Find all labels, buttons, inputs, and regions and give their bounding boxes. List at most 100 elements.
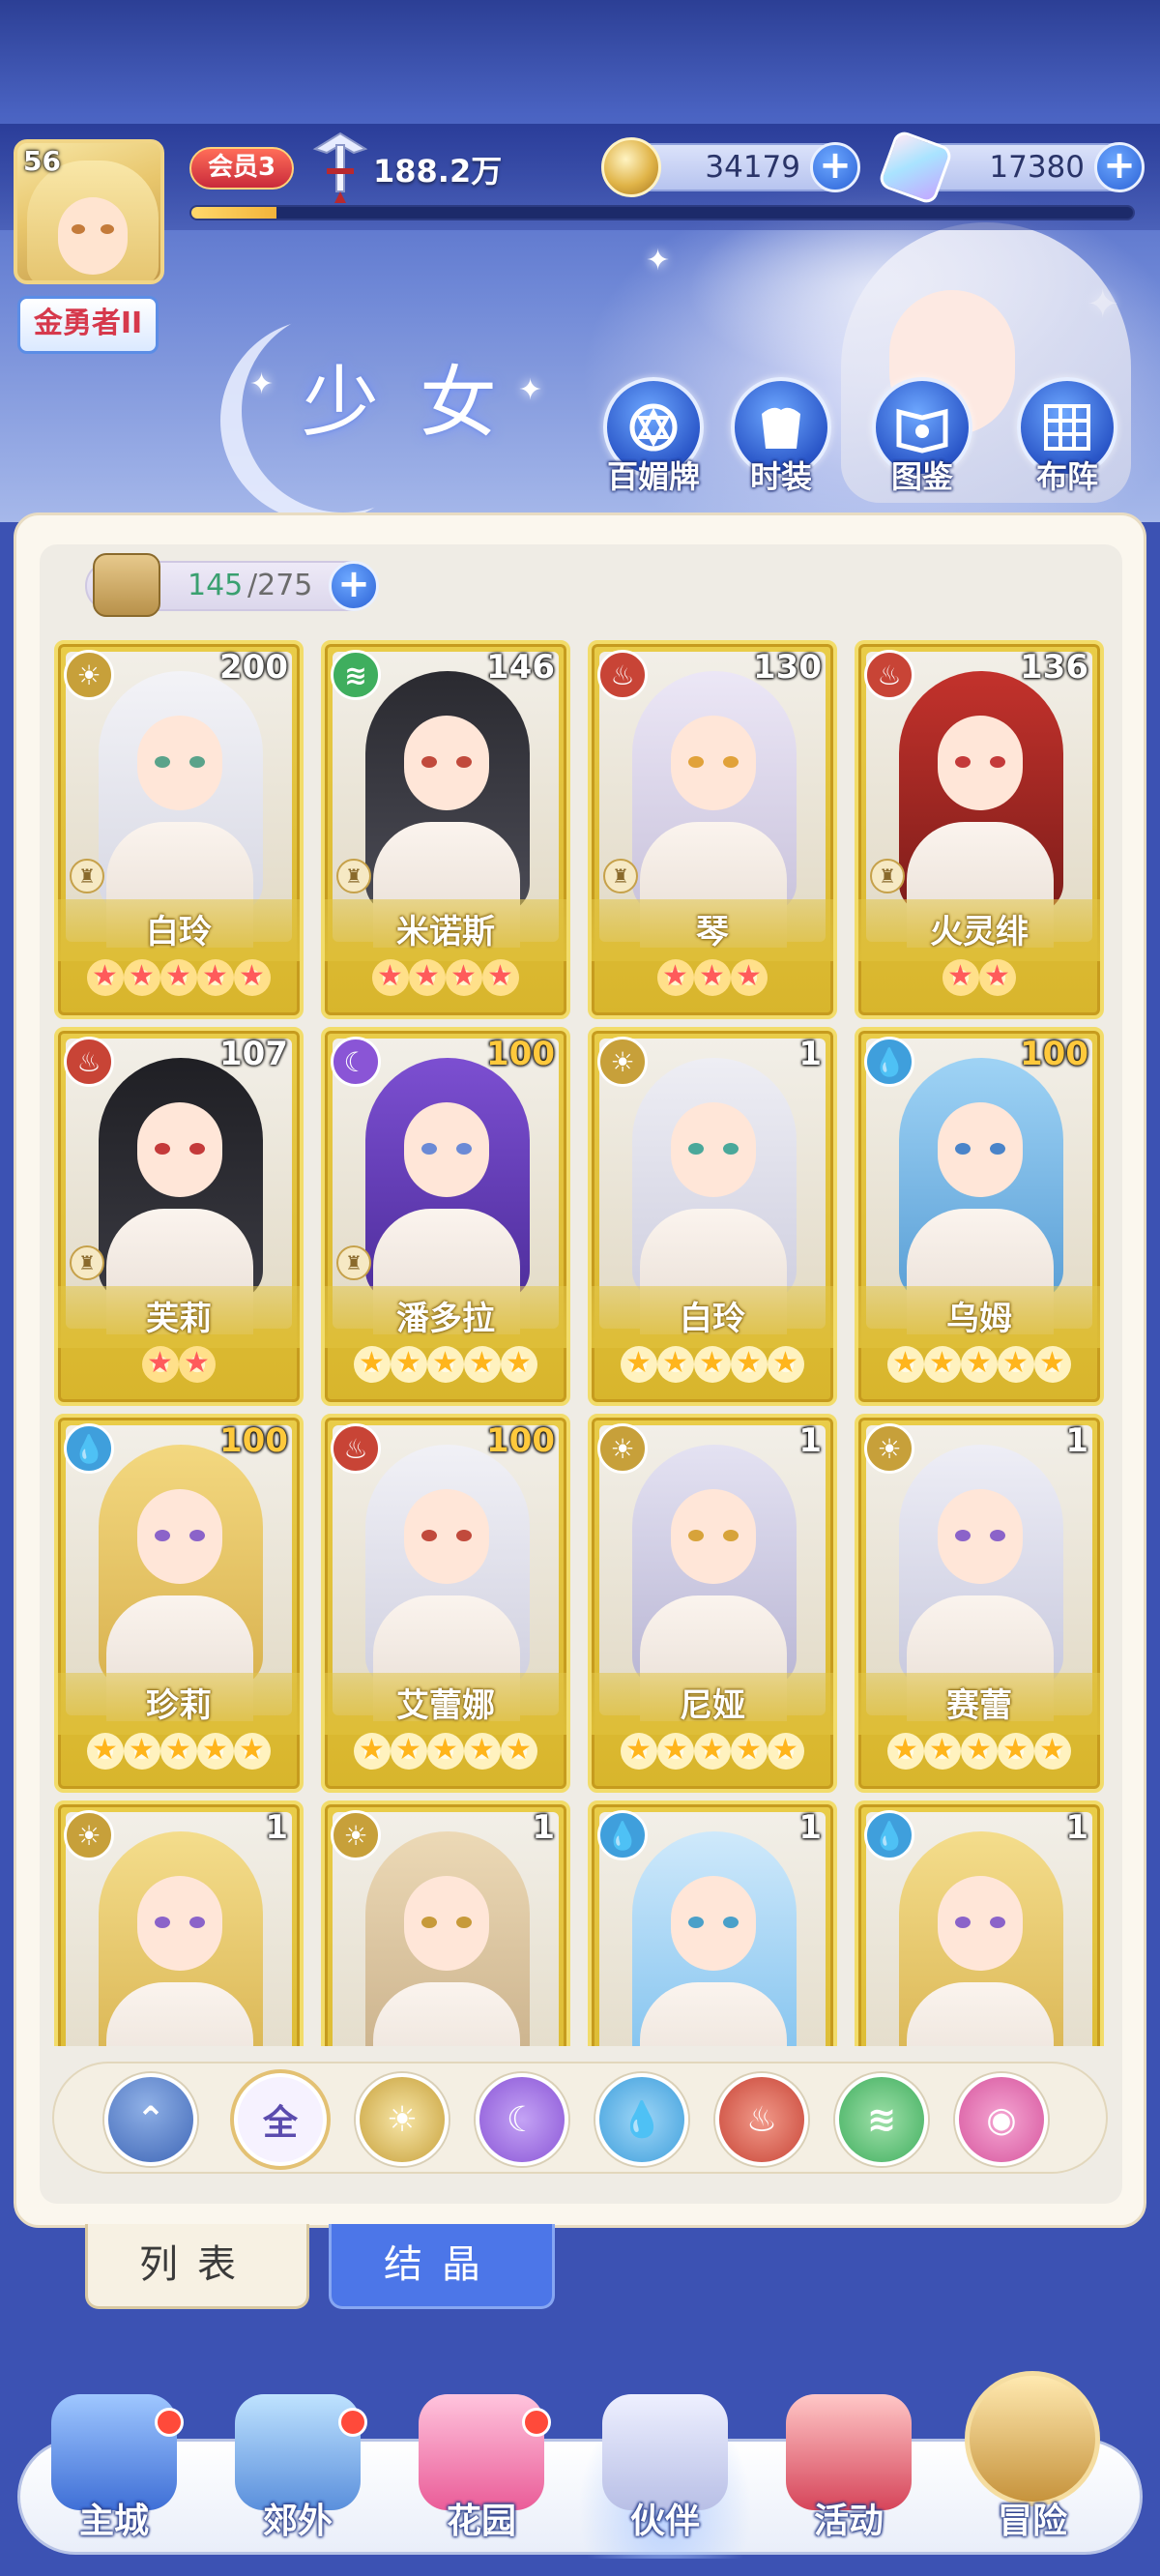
star-icon: ★ bbox=[501, 1733, 537, 1770]
light-element-icon: ☀ bbox=[64, 650, 114, 700]
filter-special-button[interactable]: ◉ bbox=[955, 2073, 1048, 2166]
partner-level: 100 bbox=[486, 1421, 555, 1460]
formation-label: 布阵 bbox=[1035, 458, 1098, 495]
rank-title-badge[interactable]: 金勇者II bbox=[17, 296, 159, 354]
partner-level: 1 bbox=[1065, 1421, 1088, 1460]
player-level: 56 bbox=[23, 145, 61, 177]
partner-card[interactable]: ♨ 100 艾蕾娜 ★ ★ ★ ★ ★ bbox=[321, 1414, 570, 1793]
light-element-icon: ☀ bbox=[597, 1423, 648, 1474]
partner-level: 130 bbox=[753, 648, 822, 687]
tab-crystal[interactable]: 结晶 bbox=[329, 2224, 555, 2309]
star-icon: ★ bbox=[234, 959, 271, 996]
gold-amount: 34179 bbox=[705, 150, 800, 185]
formation-button[interactable]: 布阵 bbox=[1009, 377, 1125, 497]
add-gold-button[interactable]: + bbox=[810, 142, 860, 192]
nav-castle[interactable]: 主城 bbox=[27, 2394, 201, 2559]
sun-element-icon: ☀ bbox=[386, 2099, 419, 2140]
expand-capacity-button[interactable]: + bbox=[329, 561, 379, 611]
fire-element-icon: ♨ bbox=[331, 1423, 381, 1474]
card-deck-button[interactable]: 百媚牌 bbox=[595, 377, 711, 497]
partner-card[interactable]: ☀ 1 白玲 ★ ★ ★ ★ ★ bbox=[588, 1027, 837, 1406]
partner-name: 芙莉 bbox=[146, 1300, 212, 1338]
filter-light-button[interactable]: ☀ bbox=[356, 2073, 449, 2166]
partner-name: 艾蕾娜 bbox=[396, 1686, 495, 1725]
star-icon: ★ bbox=[354, 1346, 391, 1383]
partner-card[interactable]: ♨ 130 ♜ 琴 ★ ★ ★ bbox=[588, 640, 837, 1019]
partner-name: 珍莉 bbox=[146, 1686, 212, 1725]
vip-badge[interactable]: 会员3 bbox=[189, 147, 294, 190]
add-diamond-button[interactable]: + bbox=[1094, 142, 1145, 192]
filter-water-button[interactable]: 💧 bbox=[595, 2073, 688, 2166]
star-icon: ★ bbox=[621, 1346, 657, 1383]
player-avatar[interactable]: 56 bbox=[14, 139, 164, 284]
partner-card[interactable]: ≋ 146 ♜ 米诺斯 ★ ★ ★ ★ bbox=[321, 640, 570, 1019]
star-rating: ★ ★ ★ bbox=[592, 959, 833, 996]
star-icon: ★ bbox=[998, 1733, 1034, 1770]
filter-fire-button[interactable]: ♨ bbox=[715, 2073, 808, 2166]
star-icon: ★ bbox=[391, 1733, 427, 1770]
nav-partner-portrait[interactable]: 伙伴 bbox=[578, 2394, 752, 2559]
star-icon: ★ bbox=[464, 1733, 501, 1770]
partner-card[interactable]: ☀ 1 赛蕾 ★ ★ ★ ★ ★ bbox=[855, 1414, 1104, 1793]
partner-card[interactable]: ☀ 1 bbox=[54, 1800, 304, 2046]
class-rook-icon: ♜ bbox=[70, 859, 104, 893]
exp-progress-fill bbox=[191, 207, 276, 219]
partner-level: 100 bbox=[1020, 1035, 1088, 1073]
nav-heart-garden[interactable]: 花园 bbox=[394, 2394, 568, 2559]
partner-card-grid: ☀ 200 ♜ 白玲 ★ ★ ★ ★ ★ ≋ 146 ♜ 米诺斯 ★ ★ ★ ★ ♨ 130 ♜ 琴 ★ ★ ★ ♨ 136 ♜ 火灵… bbox=[54, 640, 1108, 2046]
class-rook-icon: ♜ bbox=[870, 859, 905, 893]
star-rating: ★ ★ ★ ★ ★ bbox=[58, 1733, 300, 1770]
wind-element-icon: ≋ bbox=[866, 2099, 897, 2140]
element-filter-bar: ⌃ 全 ☀ ☾ 💧 ♨ ≋ ◉ bbox=[52, 2062, 1108, 2174]
partner-card[interactable]: 💧 1 bbox=[588, 1800, 837, 2046]
star-rating: ★ ★ ★ ★ ★ bbox=[592, 1346, 833, 1383]
partner-name: 乌姆 bbox=[946, 1300, 1012, 1338]
star-icon: ★ bbox=[87, 959, 124, 996]
wind-element-icon: ≋ bbox=[331, 650, 381, 700]
star-icon: ★ bbox=[924, 1346, 961, 1383]
tab-list[interactable]: 列表 bbox=[85, 2224, 309, 2309]
star-icon: ★ bbox=[657, 959, 694, 996]
class-rook-icon: ♜ bbox=[603, 859, 638, 893]
partner-card[interactable]: 💧 100 乌姆 ★ ★ ★ ★ ★ bbox=[855, 1027, 1104, 1406]
partner-card[interactable]: ☀ 200 ♜ 白玲 ★ ★ ★ ★ ★ bbox=[54, 640, 304, 1019]
light-element-icon: ☀ bbox=[64, 1810, 114, 1860]
filter-wind-button[interactable]: ≋ bbox=[835, 2073, 928, 2166]
partner-level: 1 bbox=[798, 1808, 822, 1847]
partner-card[interactable]: ♨ 107 ♜ 芙莉 ★ ★ bbox=[54, 1027, 304, 1406]
partner-level: 1 bbox=[798, 1035, 822, 1073]
exp-progress-bar bbox=[189, 205, 1135, 220]
partner-level: 200 bbox=[219, 648, 288, 687]
star-icon: ★ bbox=[446, 959, 482, 996]
filter-sort-button[interactable]: ⌃ bbox=[104, 2073, 197, 2166]
nav-portal-gate[interactable]: 郊外 bbox=[211, 2394, 385, 2559]
outfit-button[interactable]: 时装 bbox=[723, 377, 839, 497]
partner-card[interactable]: 💧 100 珍莉 ★ ★ ★ ★ ★ bbox=[54, 1414, 304, 1793]
nav-gift-box[interactable]: 活动 bbox=[762, 2394, 936, 2559]
partner-card[interactable]: ☀ 1 尼娅 ★ ★ ★ ★ ★ bbox=[588, 1414, 837, 1793]
star-rating: ★ ★ bbox=[858, 959, 1100, 996]
combat-power: 188.2万 bbox=[373, 153, 503, 190]
partner-card[interactable]: ☀ 1 bbox=[321, 1800, 570, 2046]
codex-button[interactable]: 图鉴 bbox=[864, 377, 980, 497]
nav-compass[interactable]: 冒险 bbox=[945, 2371, 1119, 2559]
filter-dark-button[interactable]: ☾ bbox=[476, 2073, 568, 2166]
partner-card[interactable]: ☾ 100 ♜ 潘多拉 ★ ★ ★ ★ ★ bbox=[321, 1027, 570, 1406]
nav-label: 郊外 bbox=[262, 2502, 333, 2541]
partner-name: 琴 bbox=[696, 913, 729, 951]
partner-name: 赛蕾 bbox=[946, 1686, 1012, 1725]
light-element-icon: ☀ bbox=[597, 1037, 648, 1087]
star-icon: ★ bbox=[621, 1733, 657, 1770]
star-icon: ★ bbox=[768, 1346, 804, 1383]
star-icon: ★ bbox=[731, 1733, 768, 1770]
partner-card[interactable]: ♨ 136 ♜ 火灵绯 ★ ★ bbox=[855, 640, 1104, 1019]
star-icon: ★ bbox=[979, 959, 1016, 996]
star-icon: ★ bbox=[657, 1733, 694, 1770]
star-icon: ★ bbox=[501, 1346, 537, 1383]
partner-level: 136 bbox=[1020, 648, 1088, 687]
star-rating: ★ ★ ★ ★ ★ bbox=[858, 1346, 1100, 1383]
partner-card[interactable]: 💧 1 bbox=[855, 1800, 1104, 2046]
partner-capacity: 145 /275 + bbox=[85, 553, 379, 617]
notification-dot bbox=[155, 2408, 184, 2437]
filter-all-button[interactable]: 全 bbox=[234, 2073, 327, 2166]
